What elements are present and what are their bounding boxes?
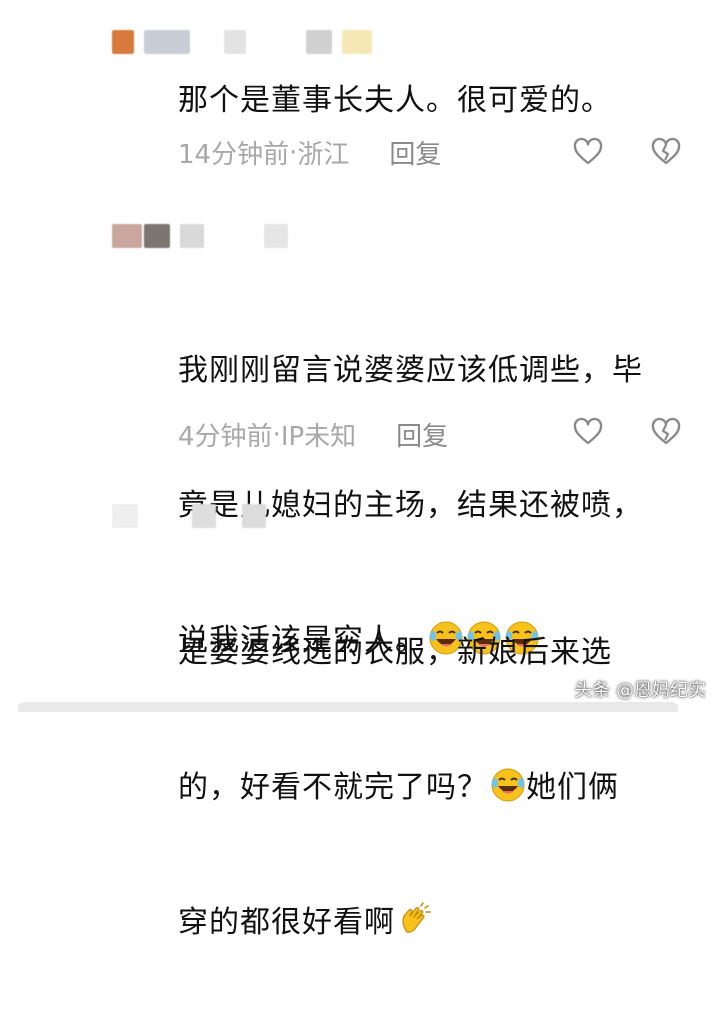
watermark: 头条 @恩妈纪实 [574,680,706,701]
comment-meta: 4分钟前 · IP未知 回复 [178,416,448,453]
broken-heart-icon[interactable] [650,136,682,168]
blurred-username [112,30,372,54]
input-bar-edge [18,702,678,712]
laughing-crying-emoji [491,768,525,802]
comment-text: 那个是董事长夫人。很可爱的。 [178,83,612,118]
broken-heart-icon[interactable] [650,416,682,448]
meta-separator: · [289,137,298,168]
reply-button[interactable]: 回复 [389,134,441,171]
heart-outline-icon[interactable] [572,416,604,448]
comment-line: 是婆婆线选的衣服，新娘后来选 [178,635,612,670]
comment-line: 的，好看不就完了吗？ 她们俩 [178,765,698,810]
comment-line: 穿的都很好看啊 [178,900,698,945]
comment-location: 浙江 [297,140,350,170]
meta-separator: · [272,419,281,450]
comment-line: 我刚刚留言说婆婆应该低调些，毕 [178,353,643,388]
blurred-username [112,224,288,248]
comment-line-text: 的，好看不就完了吗？ [178,770,488,805]
comment-time: 4分钟前 [178,422,273,452]
comment-line-text: 穿的都很好看啊 [178,905,395,940]
clapping-hands-emoji [402,902,431,933]
comment-time: 14分钟前 [178,140,290,170]
comment-location: IP未知 [280,422,357,452]
reply-button[interactable]: 回复 [396,416,448,453]
blurred-username [112,504,266,528]
comment-meta: 14分钟前 · 浙江 回复 [178,134,441,171]
heart-outline-icon[interactable] [572,136,604,168]
comment-text: 是婆婆线选的衣服，新娘后来选 的，好看不就完了吗？ 她们俩 穿的都很好看啊 [178,540,698,1035]
comment-line-text: 她们俩 [526,770,619,805]
